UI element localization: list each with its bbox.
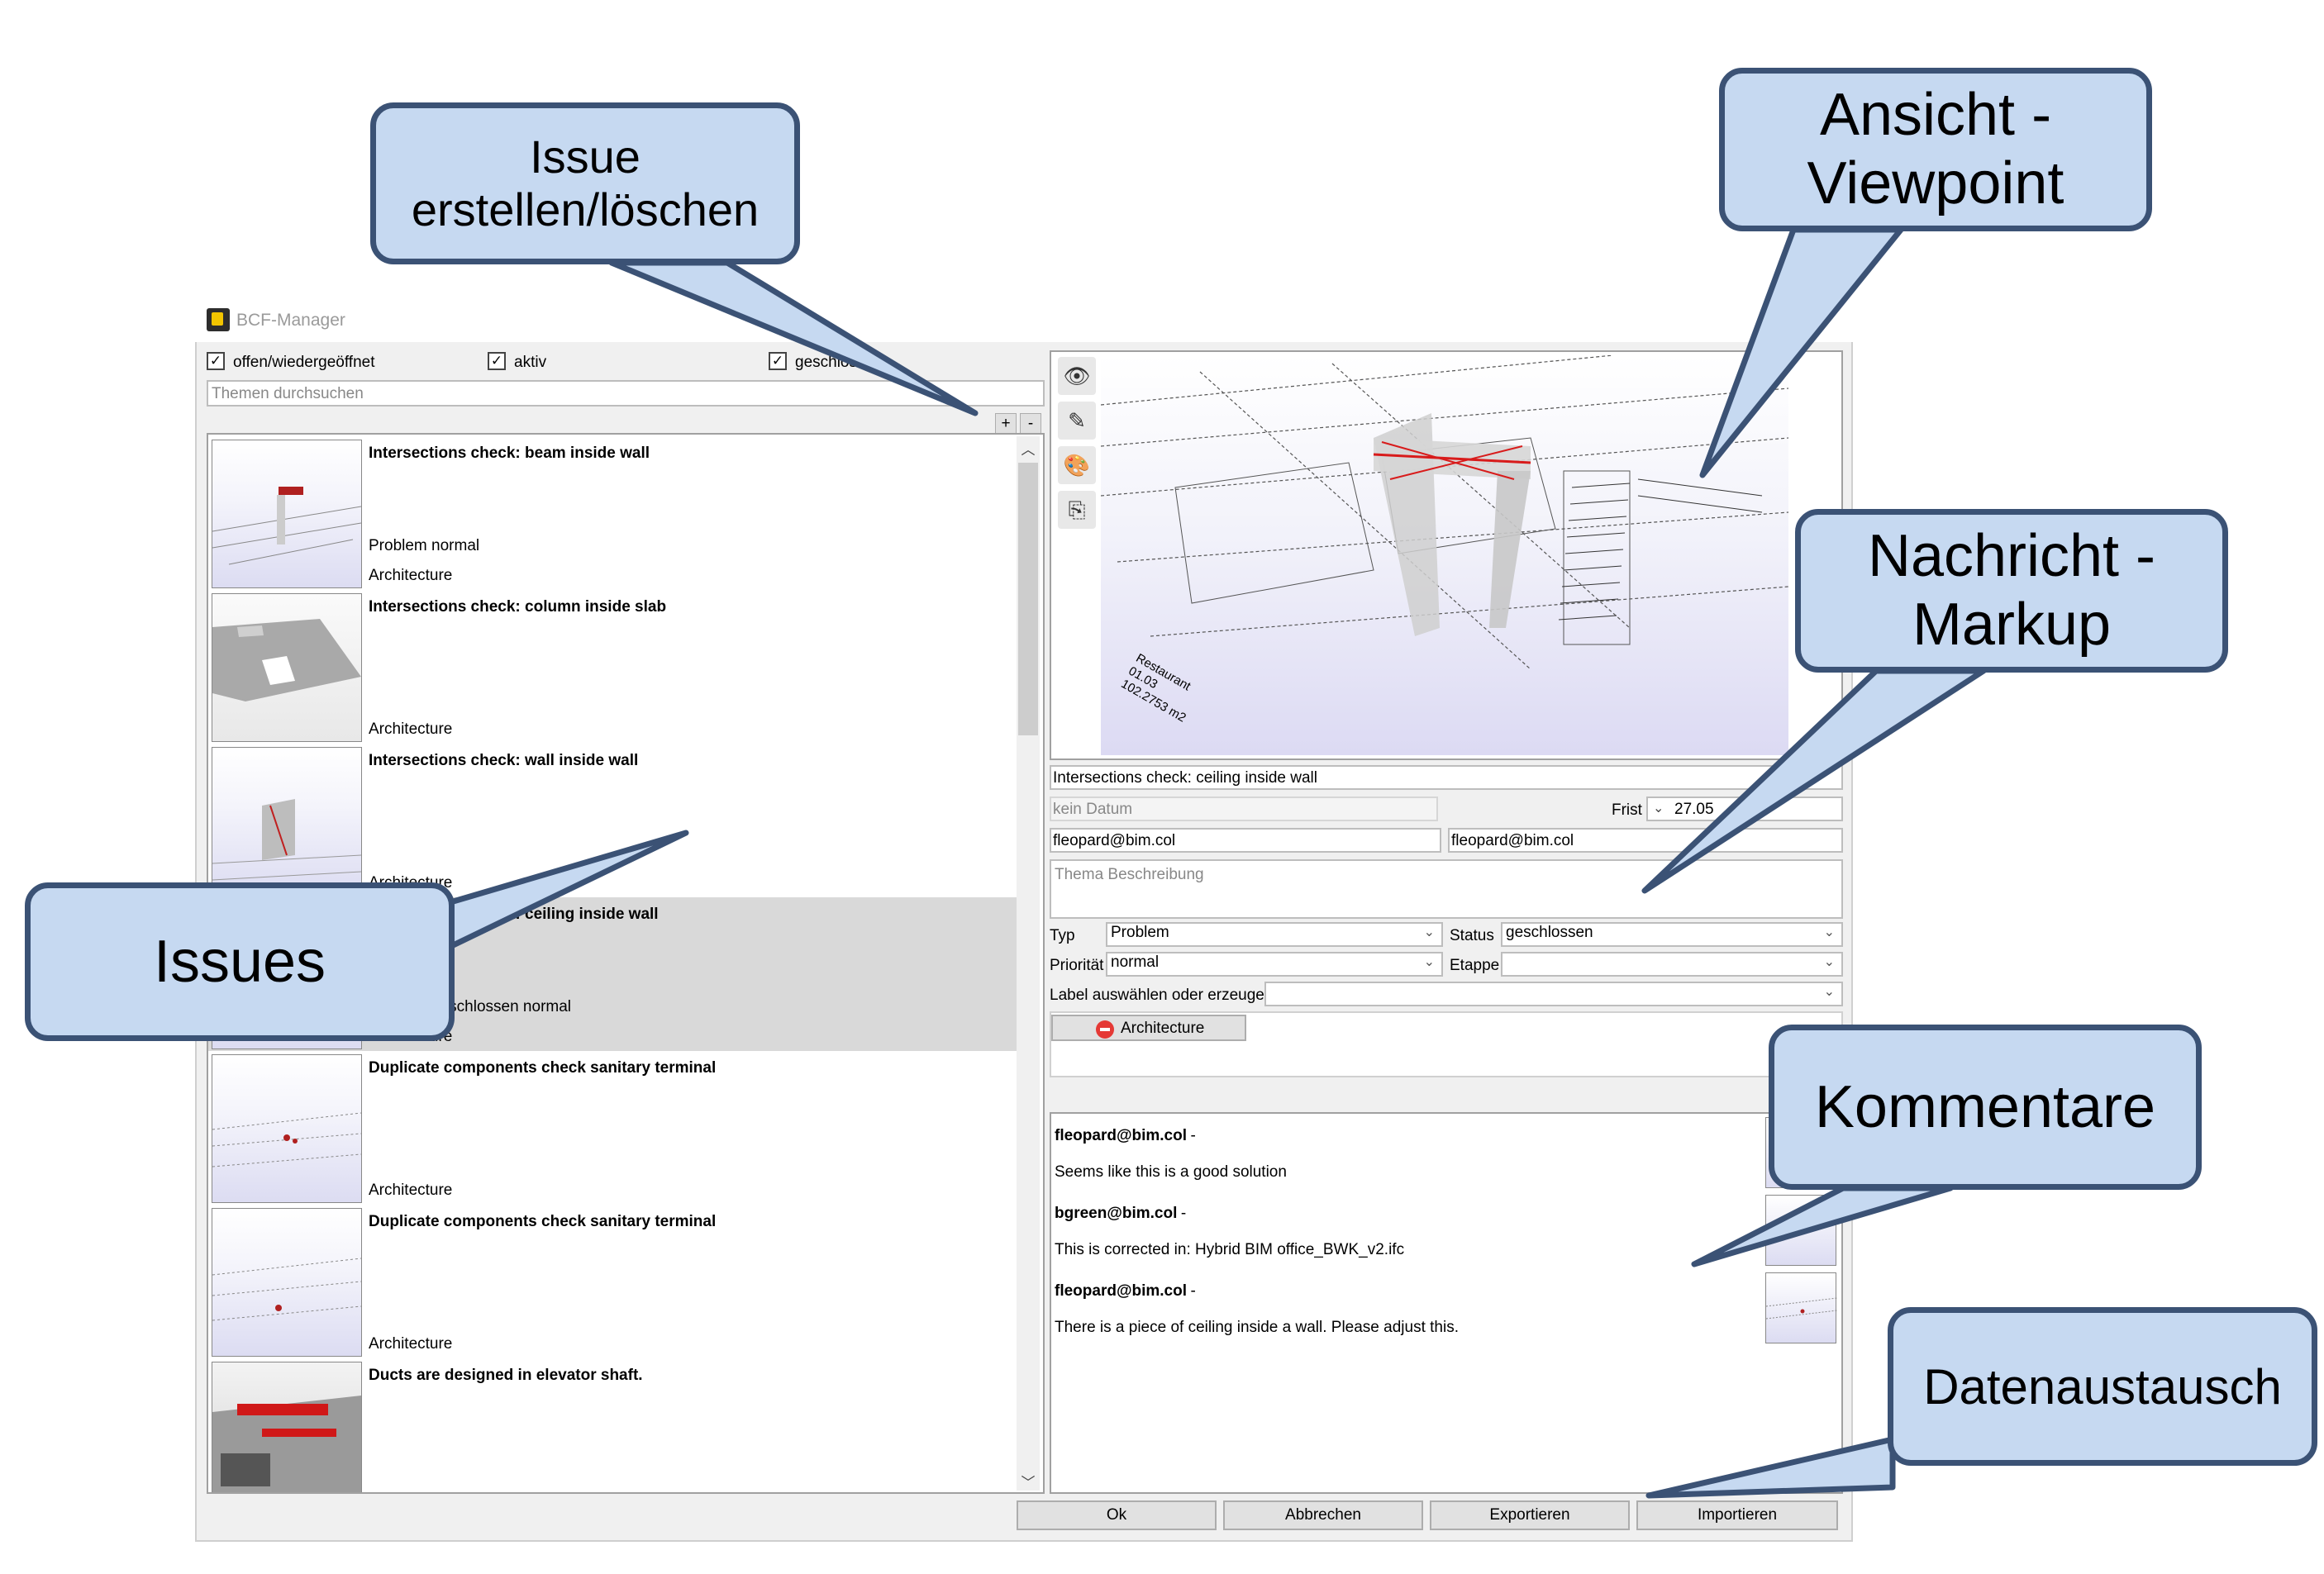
- callout-exchange-line1: Datenaustausch: [1923, 1358, 2282, 1415]
- callout-viewpoint-line1: Ansicht -: [1819, 82, 2052, 149]
- callout-issues: Issues: [25, 882, 455, 1041]
- callout-viewpoint: Ansicht - Viewpoint: [1719, 68, 2152, 231]
- callout-comments: Kommentare: [1769, 1025, 2202, 1190]
- callout-markup-line1: Nachricht -: [1867, 523, 2156, 590]
- callout-create-delete-line2: erstellen/löschen: [411, 183, 760, 235]
- callout-exchange: Datenaustausch: [1888, 1307, 2317, 1466]
- callout-markup-line2: Markup: [1912, 592, 2112, 658]
- callout-issues-line1: Issues: [153, 928, 326, 995]
- callout-markup: Nachricht - Markup: [1795, 509, 2228, 673]
- callout-comments-line1: Kommentare: [1814, 1073, 2156, 1140]
- callout-create-delete-line1: Issue: [530, 130, 641, 183]
- callout-create-delete: Issue erstellen/löschen: [370, 102, 800, 264]
- callout-viewpoint-line2: Viewpoint: [1807, 150, 2064, 216]
